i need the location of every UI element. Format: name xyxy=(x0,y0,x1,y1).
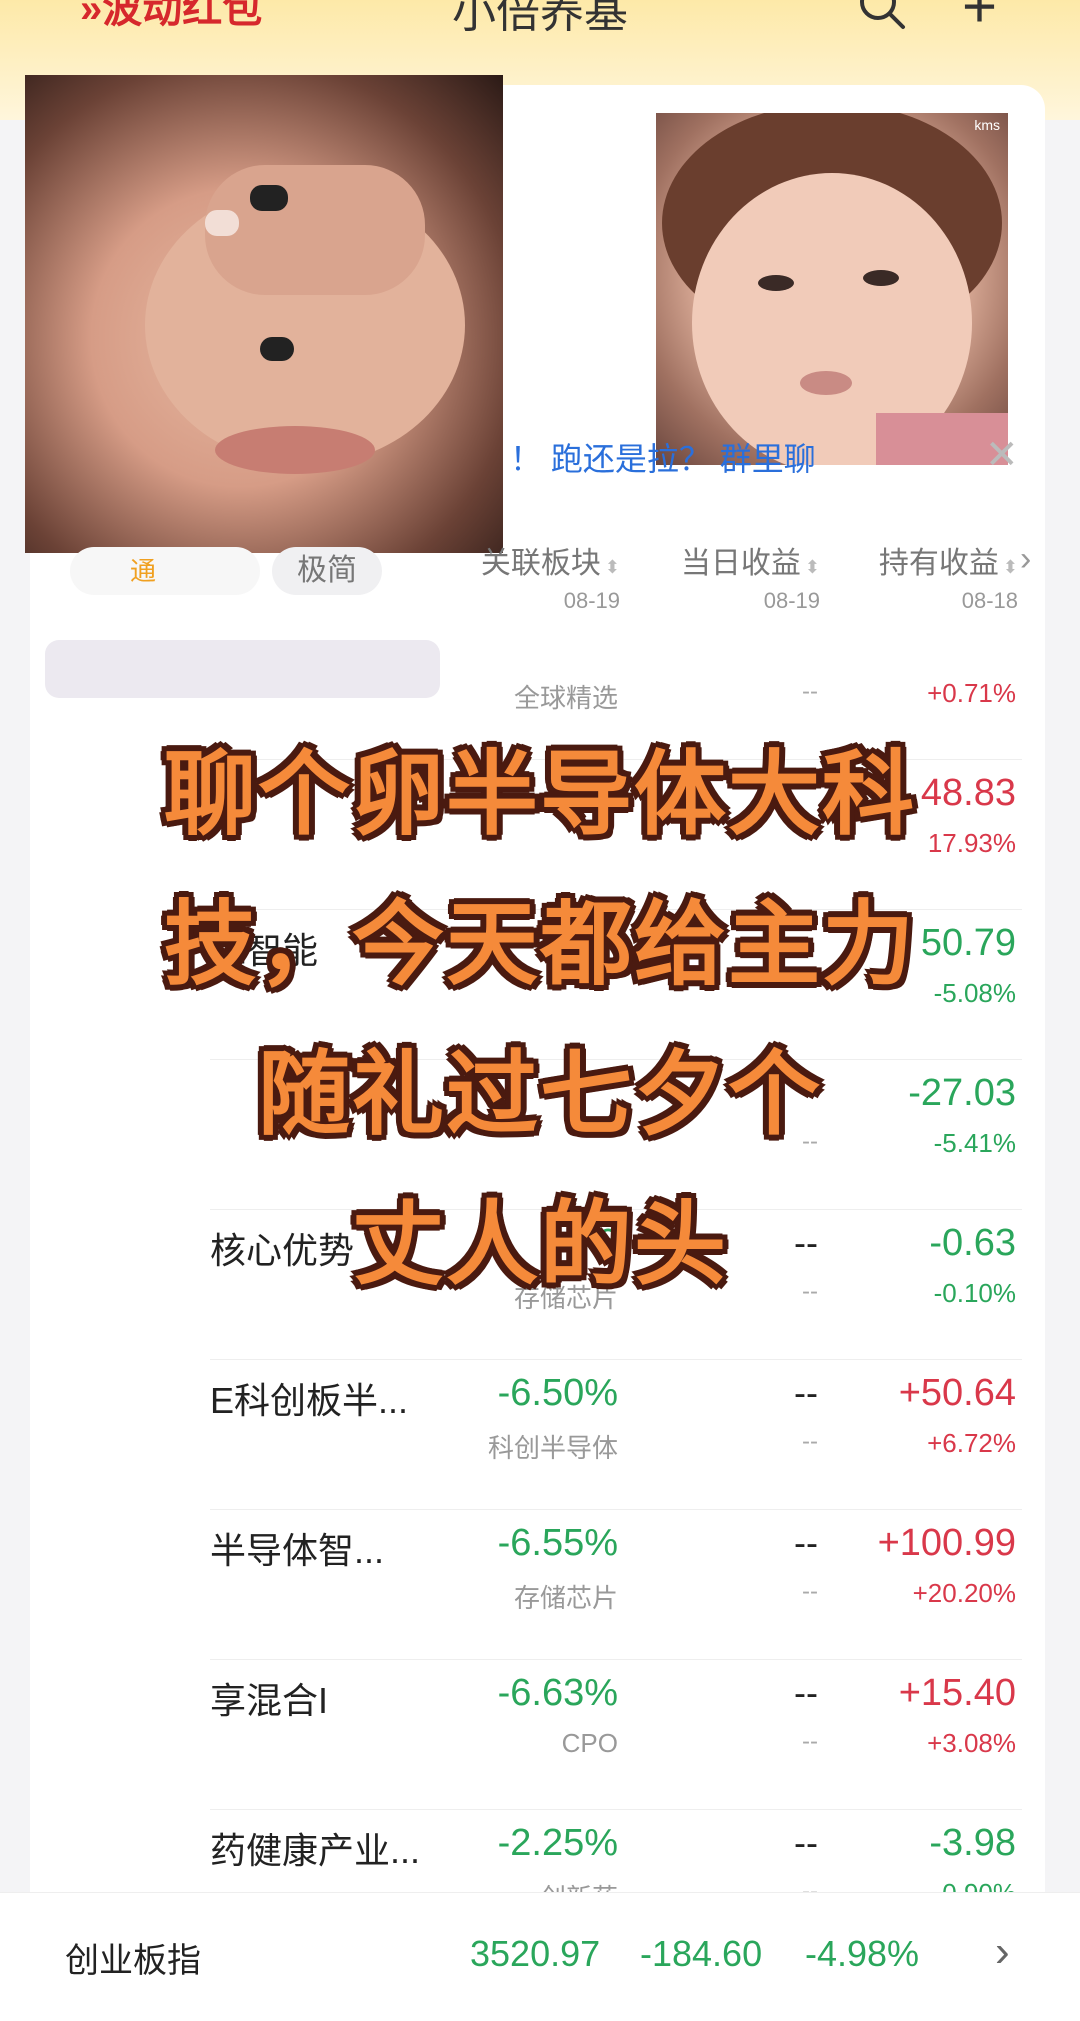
related-sector-name: 全球精选 xyxy=(513,683,618,713)
related-sector-name: CPO xyxy=(561,1728,618,1758)
holding-gain: +50.64 xyxy=(898,1372,1016,1414)
filter-chip-gold[interactable]: 通 xyxy=(70,547,260,595)
caption-line: 聊个卵半导体大科 xyxy=(0,720,1080,853)
meme-photo-toddler: kms xyxy=(656,113,1008,465)
sort-icon: ⬍ xyxy=(804,557,820,577)
holding-gain-pct: +0.71% xyxy=(927,678,1016,708)
daily-gain-pct: -- xyxy=(802,1428,818,1455)
page-title: 小倍养基 xyxy=(452,0,628,37)
meme-photo-crying-woman xyxy=(25,75,503,553)
holding-gain-pct: +3.08% xyxy=(927,1728,1016,1758)
daily-gain: -- xyxy=(794,1522,818,1563)
holding-gain: -3.98 xyxy=(929,1822,1016,1864)
caption-text: 聊个卵半导体大科 xyxy=(163,741,916,848)
index-footer[interactable]: 创业板指 3520.97 -184.60 -4.98% › xyxy=(0,1892,1080,2021)
caption-line: 随礼过七夕个 xyxy=(0,1020,1080,1153)
holding-gain: +100.99 xyxy=(877,1522,1016,1564)
caption-line: 丈人的头 xyxy=(0,1170,1080,1303)
sort-icon: ⬍ xyxy=(1002,557,1018,577)
daily-gain-pct: -- xyxy=(802,1728,818,1755)
fund-name: 享混合I xyxy=(210,1680,329,1721)
holding-gain: +15.40 xyxy=(898,1672,1016,1714)
community-notice[interactable]: ！ 跑还是拉？ 群里聊 xyxy=(510,434,816,480)
index-value: 3520.97 xyxy=(470,1933,601,1974)
fund-row[interactable]: E科创板半... -6.50% 科创半导体 -- -- +50.64 +6.72% xyxy=(0,1360,1080,1510)
search-icon[interactable] xyxy=(856,0,908,37)
fund-name: 药健康产业... xyxy=(210,1830,420,1871)
close-icon[interactable]: ✕ xyxy=(985,432,1019,478)
filter-chip-simple[interactable]: 极简 xyxy=(272,547,382,595)
fund-name: 半导体智... xyxy=(210,1530,385,1571)
related-sector-name: 存储芯片 xyxy=(513,1583,618,1613)
column-header-holding-gain[interactable]: 持有收益 ⬍ 08-18 xyxy=(858,538,1018,614)
column-header-label: 关联板块 xyxy=(480,547,601,580)
caption-text: 技，今天都给主力 xyxy=(163,891,916,998)
related-sector-rate: -6.63% xyxy=(497,1672,618,1714)
add-icon[interactable]: + xyxy=(962,0,997,41)
related-sector-rate: -2.25% xyxy=(497,1822,618,1864)
column-header-sector[interactable]: 关联板块 ⬍ 08-19 xyxy=(460,538,620,614)
index-change: -184.60 xyxy=(640,1933,763,1974)
related-sector-rate: -6.50% xyxy=(497,1372,618,1414)
caption-text: 随礼过七夕个 xyxy=(257,1041,822,1148)
daily-gain: -- xyxy=(794,1822,818,1863)
holding-gain-pct: +6.72% xyxy=(927,1428,1016,1458)
watermark: kms xyxy=(974,117,1000,133)
index-change-pct: -4.98% xyxy=(805,1933,920,1974)
fund-name: E科创板半... xyxy=(210,1380,409,1421)
fund-row[interactable]: 半导体智... -6.55% 存储芯片 -- -- +100.99 +20.20% xyxy=(0,1510,1080,1660)
caption-line: 技，今天都给主力 xyxy=(0,870,1080,1003)
sort-icon: ⬍ xyxy=(604,557,620,577)
chevron-right-icon[interactable]: › xyxy=(995,1927,1010,1977)
column-header-daily-gain[interactable]: 当日收益 ⬍ 08-19 xyxy=(660,538,820,614)
holding-gain-pct: +20.20% xyxy=(912,1578,1016,1608)
chevron-right-icon[interactable]: › xyxy=(1020,540,1031,579)
daily-gain-pct: -- xyxy=(802,1578,818,1605)
fund-row[interactable]: 享混合I -6.63% CPO -- -- +15.40 +3.08% xyxy=(0,1660,1080,1810)
related-sector-rate: -6.55% xyxy=(497,1522,618,1564)
column-header-label: 持有收益 xyxy=(878,547,999,580)
column-header-label: 当日收益 xyxy=(680,547,801,580)
daily-gain: -- xyxy=(794,1672,818,1713)
index-name: 创业板指 xyxy=(65,1942,201,1980)
daily-gain: -- xyxy=(794,1372,818,1413)
daily-gain-pct: -- xyxy=(802,678,818,705)
caption-text: 丈人的头 xyxy=(351,1191,728,1298)
related-sector-name: 科创半导体 xyxy=(487,1433,618,1463)
